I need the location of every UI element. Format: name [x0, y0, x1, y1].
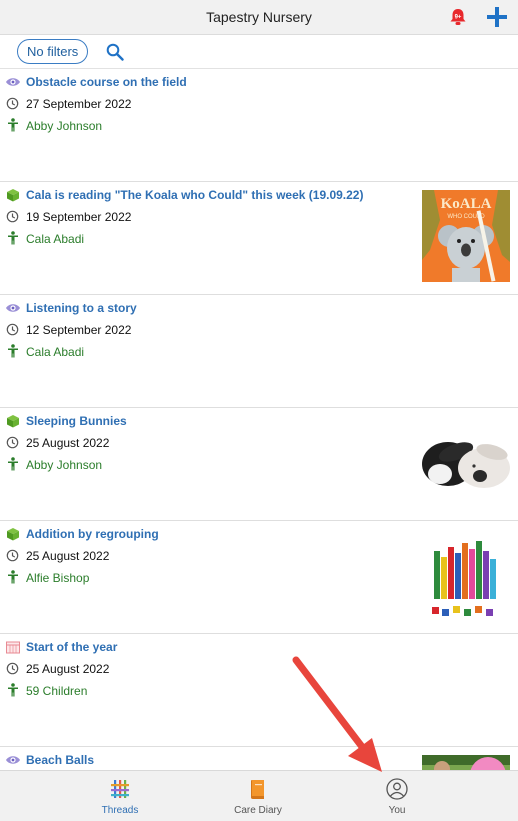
entry-date: 25 August 2022 — [26, 662, 110, 676]
clock-icon — [6, 549, 19, 562]
entry-child[interactable]: Abby Johnson — [26, 458, 102, 472]
entry-date: 12 September 2022 — [26, 323, 132, 337]
child-icon — [8, 344, 18, 358]
notifications-badge: 9+ — [455, 15, 462, 21]
cube-icon — [7, 415, 19, 428]
page-title: Tapestry Nursery — [206, 9, 312, 25]
beach-balls-thumbnail[interactable] — [422, 755, 510, 770]
clock-icon — [6, 97, 19, 110]
entry-title[interactable]: Addition by regrouping — [26, 527, 159, 541]
nav-care-diary[interactable]: Care Diary — [198, 771, 318, 821]
entry-title[interactable]: Start of the year — [26, 640, 117, 654]
filters-button[interactable]: No filters — [17, 39, 89, 64]
clock-icon — [6, 210, 19, 223]
filter-bar: No filters — [0, 35, 518, 69]
feed-entry[interactable]: Listening to a story 12 September 2022 C… — [0, 295, 518, 408]
bunnies-thumbnail[interactable] — [422, 416, 510, 508]
child-icon — [8, 118, 18, 132]
entry-child[interactable]: Cala Abadi — [26, 345, 84, 359]
bottom-navigation: Threads Care Diary You — [0, 770, 518, 821]
entry-title[interactable]: Cala is reading "The Koala who Could" th… — [26, 188, 363, 202]
cube-icon — [7, 189, 19, 202]
koala-book-thumbnail[interactable]: KoALA WHO COULD — [422, 190, 510, 282]
feed-entry[interactable]: Sleeping Bunnies 25 August 2022 Abby Joh… — [0, 408, 518, 521]
nav-you[interactable]: You — [337, 771, 457, 821]
eye-icon — [6, 304, 20, 312]
entries-feed[interactable]: Obstacle course on the field 27 Septembe… — [0, 69, 518, 770]
nav-you-label: You — [388, 805, 406, 816]
add-entry-icon[interactable] — [486, 6, 508, 28]
feed-entry[interactable]: Cala is reading "The Koala who Could" th… — [0, 182, 518, 295]
search-icon[interactable] — [106, 43, 124, 61]
child-icon — [8, 683, 18, 697]
child-icon — [8, 570, 18, 584]
entry-date: 27 September 2022 — [26, 97, 132, 111]
care-diary-book-icon — [251, 780, 264, 799]
entry-child[interactable]: Abby Johnson — [26, 119, 102, 133]
eye-icon — [6, 756, 20, 764]
cubes-thumbnail[interactable] — [422, 529, 510, 621]
nav-care-diary-label: Care Diary — [234, 805, 282, 816]
entry-child[interactable]: Alfie Bishop — [26, 571, 89, 585]
clock-icon — [6, 436, 19, 449]
feed-entry[interactable]: Obstacle course on the field 27 Septembe… — [0, 69, 518, 182]
threads-icon — [111, 780, 129, 798]
book-title-line1: KoALA — [441, 196, 492, 212]
notifications-bell-icon[interactable]: 9+ — [448, 7, 468, 27]
clock-icon — [6, 323, 19, 336]
entry-title[interactable]: Sleeping Bunnies — [26, 414, 127, 428]
entry-child[interactable]: Cala Abadi — [26, 232, 84, 246]
child-icon — [8, 231, 18, 245]
cube-icon — [7, 528, 19, 541]
nav-threads-label: Threads — [101, 805, 139, 816]
app-header: Tapestry Nursery 9+ — [0, 0, 518, 35]
entry-title[interactable]: Beach Balls — [26, 753, 94, 767]
eye-icon — [6, 78, 20, 86]
clock-icon — [6, 662, 19, 675]
entry-date: 19 September 2022 — [26, 210, 132, 224]
entry-title[interactable]: Listening to a story — [26, 301, 137, 315]
entry-child[interactable]: 59 Children — [26, 684, 87, 698]
entry-date: 25 August 2022 — [26, 549, 110, 563]
nav-threads[interactable]: Threads — [60, 771, 180, 821]
user-profile-icon — [386, 778, 408, 800]
entry-date: 25 August 2022 — [26, 436, 110, 450]
child-icon — [8, 457, 18, 471]
feed-entry[interactable]: Start of the year 25 August 2022 59 Chil… — [0, 634, 518, 747]
calendar-icon — [6, 641, 20, 654]
entry-title[interactable]: Obstacle course on the field — [26, 75, 187, 89]
feed-entry[interactable]: Addition by regrouping 25 August 2022 Al… — [0, 521, 518, 634]
feed-entry[interactable]: Beach Balls — [0, 747, 518, 770]
